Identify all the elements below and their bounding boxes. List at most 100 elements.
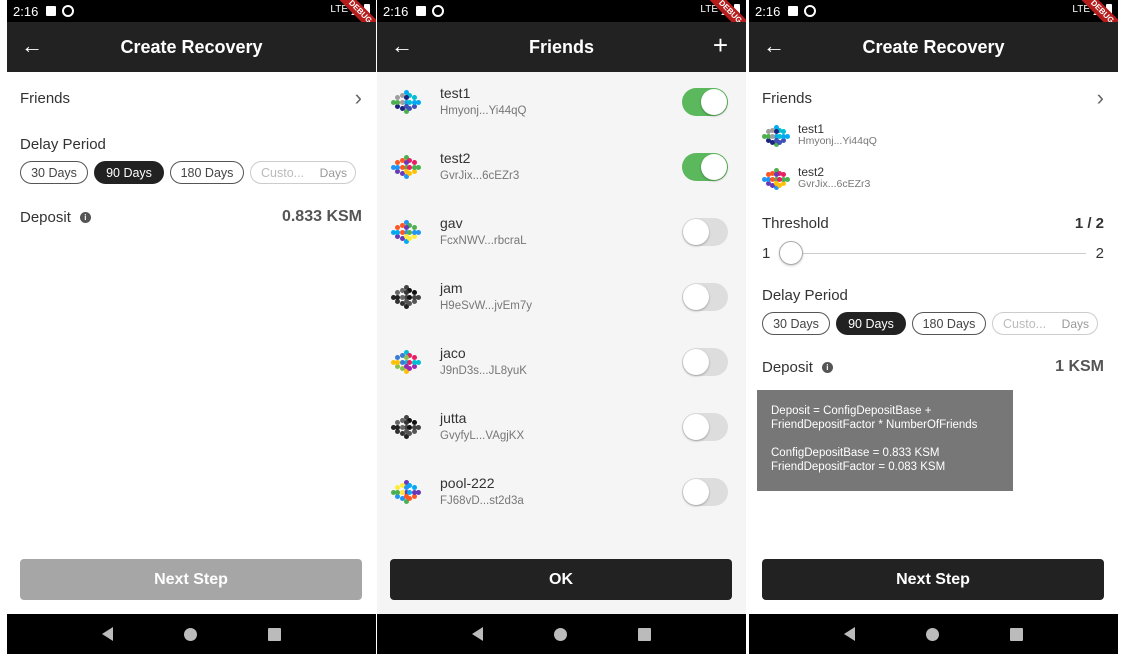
tooltip-line: ConfigDepositBase = 0.833 KSM: [771, 447, 940, 459]
identicon-icon: [391, 219, 421, 245]
screen-friends: 2:16 LTE DEBUG ← Friends + test1 Hmyonj..…: [377, 0, 746, 654]
app-bar: ← Create Recovery: [749, 22, 1118, 72]
friend-address: GvrJix...6cEZr3: [440, 170, 520, 182]
friend-address: GvrJix...6cEZr3: [798, 178, 871, 190]
identicon-icon: [391, 89, 421, 115]
page-title: Create Recovery: [862, 36, 1005, 57]
friend-toggle[interactable]: [682, 478, 728, 506]
nav-back-icon[interactable]: [844, 627, 856, 641]
delay-period-options: 30 Days 90 Days 180 Days Custo... Days: [762, 312, 1098, 335]
toggle-knob: [683, 414, 709, 440]
ok-button[interactable]: OK: [390, 559, 732, 600]
delay-option-90[interactable]: 90 Days: [94, 161, 164, 184]
sync-icon: [62, 5, 75, 17]
screen-create-recovery-empty: 2:16 LTE DEBUG ← Create Recovery Friends…: [7, 0, 376, 654]
friends-label: Friends: [762, 89, 813, 107]
nav-home-icon[interactable]: [183, 627, 197, 641]
content: Friends › Delay Period 30 Days 90 Days 1…: [7, 72, 376, 614]
friends-row[interactable]: Friends ›: [20, 86, 362, 110]
friend-toggle[interactable]: [682, 88, 728, 116]
friends-list: test1 Hmyonj...Yi44qQ test2 GvrJix...6cEZr3…: [377, 72, 746, 614]
friend-row[interactable]: jutta GvyfyL...VAgjKX: [377, 410, 746, 475]
toggle-knob: [701, 89, 727, 115]
custom-days-input[interactable]: Custo... Days: [250, 161, 356, 184]
system-nav-bar: [7, 614, 376, 654]
info-icon[interactable]: i: [79, 211, 91, 223]
sync-icon: [804, 5, 817, 17]
identicon-icon: [391, 479, 421, 505]
friend-name: test1: [798, 122, 825, 136]
identicon-icon: [391, 414, 421, 440]
friends-row[interactable]: Friends ›: [762, 86, 1104, 110]
friend-row[interactable]: jaco J9nD3s...JL8yuK: [377, 345, 746, 410]
threshold-value: 1 / 2: [1074, 215, 1104, 232]
app-bar: ← Create Recovery: [7, 22, 376, 72]
identicon-icon: [762, 124, 790, 148]
toggle-knob: [683, 284, 709, 310]
nav-home-icon[interactable]: [925, 627, 939, 641]
sync-icon: [432, 5, 445, 17]
friend-toggle[interactable]: [682, 153, 728, 181]
page-title: Create Recovery: [120, 36, 263, 57]
next-step-button[interactable]: Next Step: [20, 559, 362, 600]
status-bar: 2:16 LTE DEBUG: [7, 0, 376, 38]
back-arrow-icon[interactable]: ←: [391, 34, 413, 58]
custom-days-input[interactable]: Custo... Days: [992, 312, 1098, 335]
sim-icon: [46, 6, 57, 16]
friend-row[interactable]: jam H9eSvW...jvEm7y: [377, 280, 746, 345]
next-step-button[interactable]: Next Step: [762, 559, 1104, 600]
toggle-knob: [701, 154, 727, 180]
friends-label: Friends: [20, 89, 71, 107]
threshold-slider[interactable]: 1 2: [762, 239, 1104, 267]
delay-option-180[interactable]: 180 Days: [912, 312, 986, 335]
back-arrow-icon[interactable]: ←: [21, 34, 43, 58]
friend-toggle[interactable]: [682, 218, 728, 246]
friend-toggle[interactable]: [682, 283, 728, 311]
app-bar: ← Friends +: [377, 22, 746, 72]
friend-name: gav: [440, 215, 463, 231]
friend-name: jaco: [440, 345, 466, 361]
add-friend-icon[interactable]: +: [713, 32, 728, 58]
slider-min-label: 1: [762, 245, 771, 262]
delay-period-options: 30 Days 90 Days 180 Days Custo... Days: [20, 161, 356, 184]
nav-home-icon[interactable]: [553, 627, 567, 641]
deposit-row: Deposit i 0.833 KSM: [20, 208, 362, 226]
friend-name: test2: [798, 165, 825, 179]
friend-row[interactable]: gav FcxNWV...rbcraL: [377, 215, 746, 280]
delay-option-90[interactable]: 90 Days: [836, 312, 906, 335]
delay-period-label: Delay Period: [20, 136, 106, 153]
deposit-value: 1 KSM: [1055, 358, 1104, 375]
delay-option-30[interactable]: 30 Days: [20, 161, 88, 184]
delay-option-30[interactable]: 30 Days: [762, 312, 830, 335]
friend-toggle[interactable]: [682, 348, 728, 376]
friend-address: Hmyonj...Yi44qQ: [798, 135, 877, 147]
identicon-icon: [391, 284, 421, 310]
identicon-icon: [391, 154, 421, 180]
back-arrow-icon[interactable]: ←: [763, 34, 785, 58]
threshold-row: Threshold 1 / 2: [762, 215, 1104, 232]
chevron-right-icon: ›: [1096, 85, 1104, 110]
friend-address: Hmyonj...Yi44qQ: [440, 105, 527, 117]
friend-row[interactable]: test2 GvrJix...6cEZr3: [377, 150, 746, 215]
sim-icon: [416, 6, 427, 16]
custom-days-suffix: Days: [1061, 316, 1089, 331]
nav-recents-icon[interactable]: [1009, 627, 1023, 641]
friend-row[interactable]: pool-222 FJ68vD...st2d3a: [377, 475, 746, 540]
info-icon[interactable]: i: [821, 361, 833, 373]
status-time: 2:16: [755, 3, 781, 19]
slider-thumb[interactable]: [779, 241, 803, 265]
nav-recents-icon[interactable]: [267, 627, 281, 641]
slider-max-label: 2: [1095, 245, 1104, 262]
nav-back-icon[interactable]: [472, 627, 484, 641]
nav-back-icon[interactable]: [102, 627, 114, 641]
slider-track[interactable]: [792, 253, 1086, 254]
content: Friends › test1 Hmyonj...Yi44qQ test2 Gv…: [749, 72, 1118, 614]
status-time: 2:16: [13, 3, 39, 19]
tooltip-line: Deposit = ConfigDepositBase +: [771, 405, 932, 417]
delay-option-180[interactable]: 180 Days: [170, 161, 244, 184]
deposit-value: 0.833 KSM: [281, 208, 362, 225]
nav-recents-icon[interactable]: [637, 627, 651, 641]
status-bar: 2:16 LTE DEBUG: [377, 0, 746, 38]
friend-toggle[interactable]: [682, 413, 728, 441]
friend-row[interactable]: test1 Hmyonj...Yi44qQ: [377, 85, 746, 150]
